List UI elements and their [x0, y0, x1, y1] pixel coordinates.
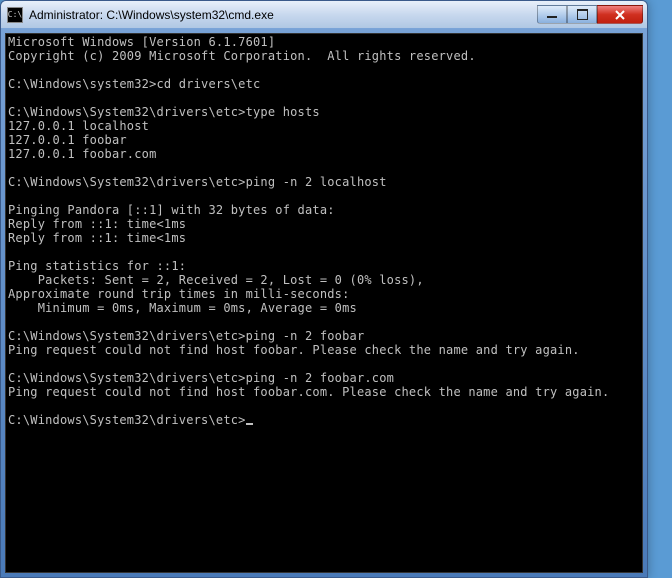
window-controls	[537, 5, 643, 24]
cmd-icon: C:\	[7, 7, 23, 23]
titlebar[interactable]: C:\ Administrator: C:\Windows\system32\c…	[1, 1, 647, 29]
console-viewport[interactable]: Microsoft Windows [Version 6.1.7601] Cop…	[5, 33, 643, 573]
minimize-button[interactable]	[537, 5, 567, 24]
close-icon	[614, 9, 626, 21]
close-button[interactable]	[597, 5, 643, 24]
cursor	[246, 423, 253, 425]
cmd-window: C:\ Administrator: C:\Windows\system32\c…	[0, 0, 648, 578]
maximize-button[interactable]	[567, 5, 597, 24]
window-title: Administrator: C:\Windows\system32\cmd.e…	[29, 8, 537, 22]
console-output: Microsoft Windows [Version 6.1.7601] Cop…	[6, 34, 642, 428]
